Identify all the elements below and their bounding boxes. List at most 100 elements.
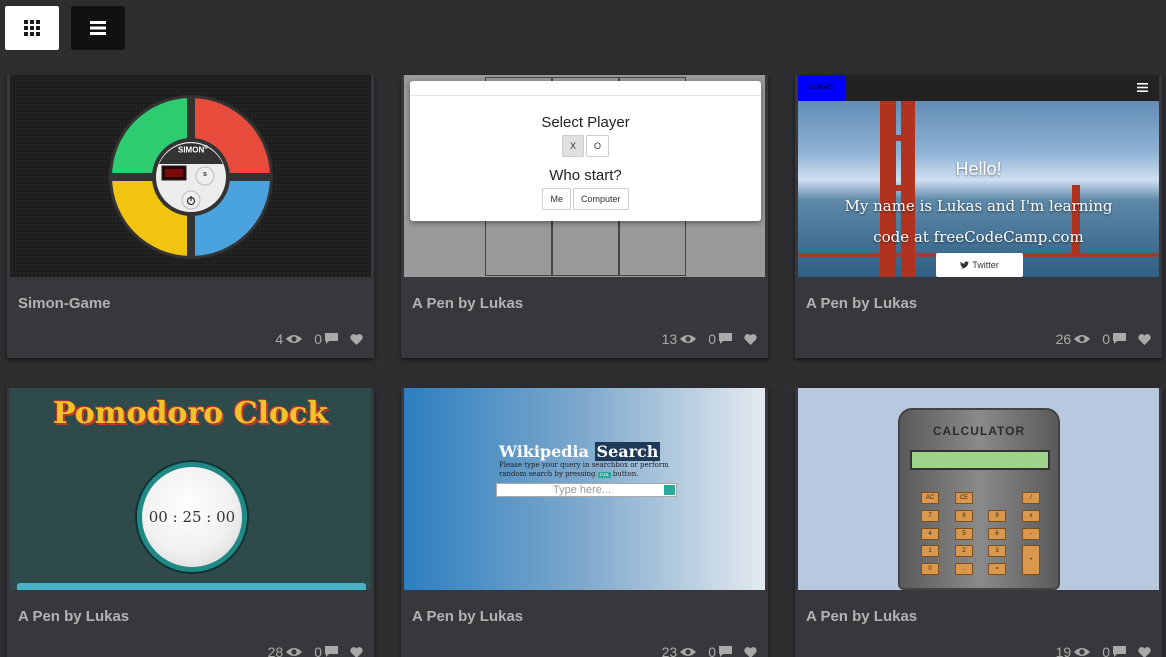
pen-preview-tictactoe[interactable]: Select Player X O Who start? Me Computer <box>404 75 765 277</box>
comments-count: 0 <box>708 644 716 657</box>
navbar <box>798 75 1159 101</box>
select-player-modal: Select Player X O Who start? Me Computer <box>410 81 761 221</box>
heart-icon[interactable] <box>350 333 363 345</box>
pen-card[interactable]: Select Player X O Who start? Me Computer… <box>401 75 768 358</box>
comments-count: 0 <box>314 331 322 347</box>
eye-icon <box>286 648 303 656</box>
calc-key[interactable]: 6 <box>988 528 1006 540</box>
views-count: 13 <box>661 331 678 347</box>
pen-card[interactable]: Pomodoro Clock 00 : 25 : 00 A Pen by Luk… <box>7 388 374 657</box>
start-computer-button[interactable]: Computer <box>573 188 629 210</box>
comments-count: 0 <box>708 331 716 347</box>
twitter-icon <box>960 261 970 269</box>
list-icon <box>90 21 106 35</box>
hello-heading: Hello! <box>955 159 1002 179</box>
calc-key[interactable]: 2 <box>955 545 973 557</box>
calc-key[interactable]: + <box>1022 545 1040 575</box>
calc-key[interactable]: 5 <box>955 528 973 540</box>
views-count: 23 <box>661 644 678 657</box>
calc-key[interactable]: 4 <box>921 528 939 540</box>
pen-stats: 23 0 <box>662 644 757 657</box>
wiki-title: Wikipedia Search <box>499 442 661 461</box>
pen-card[interactable]: LUKAS Hello! My name is Lukas and I'm le… <box>795 75 1162 358</box>
calc-key[interactable]: AC <box>921 492 939 504</box>
pen-card[interactable]: CALCULATOR AC CE / 7 8 9 x 4 5 6 - 1 2 3… <box>795 388 1162 657</box>
pen-title[interactable]: A Pen by Lukas <box>18 608 129 625</box>
calc-key[interactable]: / <box>1022 492 1040 504</box>
calc-key[interactable]: = <box>988 563 1006 575</box>
heart-icon[interactable] <box>744 646 757 657</box>
pen-preview-simon[interactable]: SIMON® s <box>10 75 371 277</box>
calculator-heading: CALCULATOR <box>932 424 1026 438</box>
views-count: 26 <box>1055 331 1072 347</box>
pen-stats: 4 0 <box>275 331 363 347</box>
grid-view-button[interactable] <box>5 6 59 50</box>
twitter-label: Twitter <box>972 260 999 270</box>
comment-icon <box>325 646 338 657</box>
heart-icon[interactable] <box>744 333 757 345</box>
heart-icon[interactable] <box>1138 646 1151 657</box>
list-view-button[interactable] <box>71 6 125 50</box>
start-me-button[interactable]: Me <box>542 188 571 210</box>
calculator-display <box>910 450 1050 470</box>
select-player-heading: Select Player <box>541 114 630 131</box>
pen-preview-wikipedia[interactable]: Wikipedia Search Please type your query … <box>404 388 765 590</box>
pen-preview-calculator[interactable]: CALCULATOR AC CE / 7 8 9 x 4 5 6 - 1 2 3… <box>798 388 1159 590</box>
who-start-heading: Who start? <box>549 167 622 184</box>
pen-card[interactable]: SIMON® s Simon-Game 4 0 <box>7 75 374 358</box>
menu-icon[interactable] <box>1137 83 1148 92</box>
wiki-search-input[interactable]: Type here... <box>496 483 677 497</box>
simon-logo: SIMON® <box>178 145 208 155</box>
simon-board <box>109 95 273 259</box>
pen-stats: 19 0 <box>1056 644 1151 657</box>
calc-key[interactable]: x <box>1022 510 1040 522</box>
pen-title[interactable]: A Pen by Lukas <box>806 608 917 625</box>
eye-icon <box>286 335 303 343</box>
wiki-description: Please type your query in searchbox or p… <box>499 461 669 478</box>
comment-icon <box>1113 646 1126 657</box>
calc-key[interactable]: 0 <box>921 563 939 575</box>
calc-key[interactable]: 3 <box>988 545 1006 557</box>
eye-icon <box>1074 648 1091 656</box>
comment-icon <box>1113 333 1126 344</box>
intro-text: My name is Lukas and I'm learning code a… <box>844 197 1113 246</box>
eye-icon <box>680 335 697 343</box>
pomodoro-heading: Pomodoro Clock <box>52 396 329 431</box>
pen-title[interactable]: A Pen by Lukas <box>412 295 523 312</box>
pen-title[interactable]: A Pen by Lukas <box>412 608 523 625</box>
player-o-button[interactable]: O <box>586 135 610 157</box>
calc-key[interactable]: 1 <box>921 545 939 557</box>
pen-card[interactable]: Wikipedia Search Please type your query … <box>401 388 768 657</box>
comments-count: 0 <box>1102 644 1110 657</box>
calc-key[interactable]: 9 <box>988 510 1006 522</box>
calc-key[interactable]: 8 <box>955 510 973 522</box>
comment-icon <box>719 333 732 344</box>
views-count: 19 <box>1055 644 1072 657</box>
heart-icon[interactable] <box>1138 333 1151 345</box>
progress-bar <box>17 583 366 590</box>
pen-stats: 13 0 <box>662 331 757 347</box>
pen-preview-tribute[interactable]: LUKAS Hello! My name is Lukas and I'm le… <box>798 75 1159 277</box>
pen-preview-pomodoro[interactable]: Pomodoro Clock 00 : 25 : 00 <box>10 388 371 590</box>
pen-title[interactable]: Simon-Game <box>18 295 111 312</box>
brand-logo[interactable]: LUKAS <box>798 75 845 101</box>
calc-key[interactable]: 7 <box>921 510 939 522</box>
grid-icon <box>24 20 40 36</box>
calc-key[interactable]: CE <box>955 492 973 504</box>
views-count: 28 <box>267 644 284 657</box>
comment-icon <box>325 333 338 344</box>
strict-button-label: s <box>203 171 207 178</box>
pen-stats: 26 0 <box>1056 331 1151 347</box>
calc-key[interactable]: . <box>955 563 973 575</box>
pomodoro-timer[interactable]: 00 : 25 : 00 <box>137 462 247 572</box>
heart-icon[interactable] <box>350 646 363 657</box>
comment-icon <box>719 646 732 657</box>
wiki-search-button[interactable] <box>664 485 675 495</box>
pen-stats: 28 0 <box>268 644 363 657</box>
calc-key[interactable]: - <box>1022 528 1040 540</box>
twitter-button[interactable]: Twitter <box>936 253 1023 277</box>
comments-count: 0 <box>314 644 322 657</box>
pen-title[interactable]: A Pen by Lukas <box>806 295 917 312</box>
player-x-button[interactable]: X <box>561 135 584 157</box>
views-count: 4 <box>275 331 284 347</box>
